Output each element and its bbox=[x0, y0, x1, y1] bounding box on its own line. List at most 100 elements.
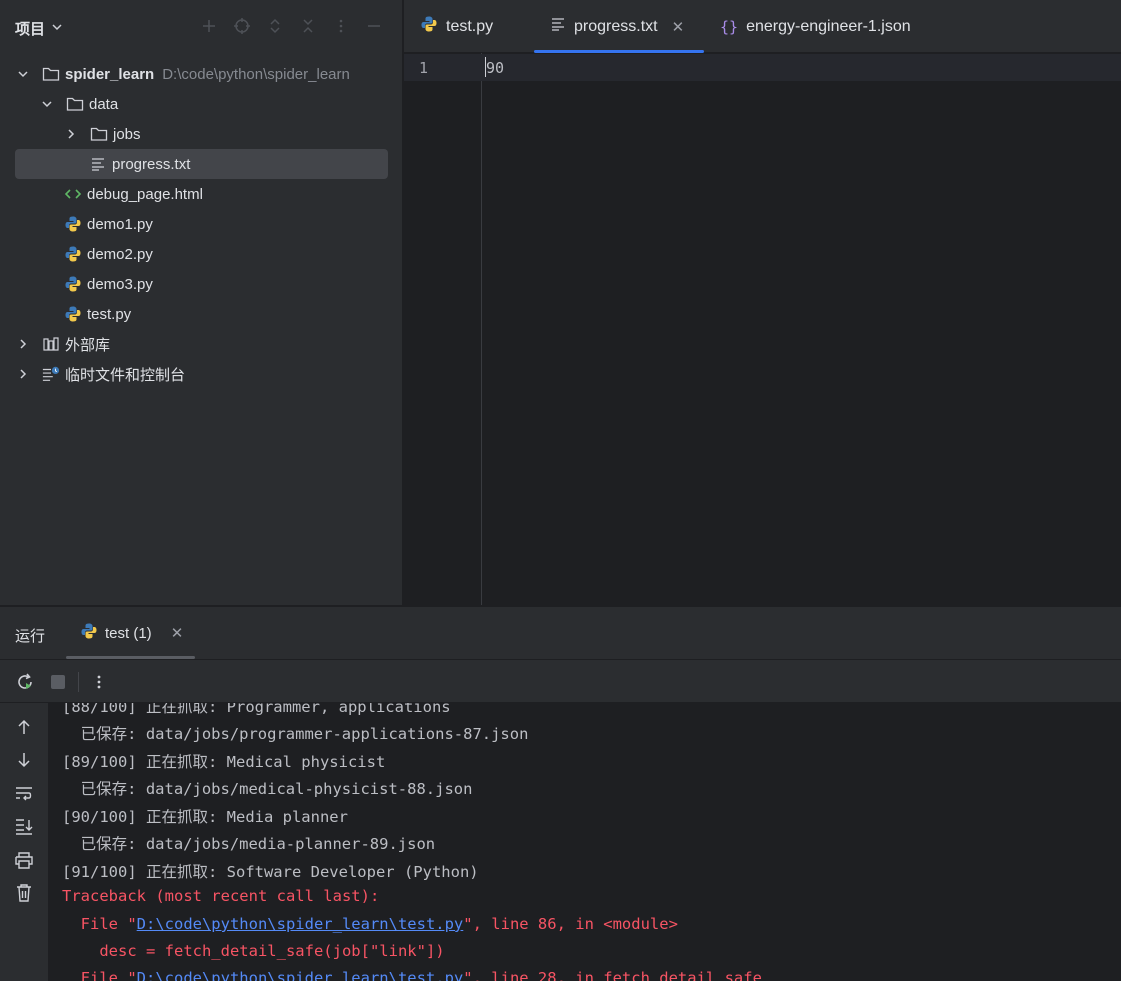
tree-item-debug-page-html[interactable]: debug_page.html bbox=[64, 179, 203, 209]
scratches-icon bbox=[42, 365, 60, 383]
traceback-file-line: File "D:\code\python\spider_learn\test.p… bbox=[62, 915, 678, 933]
stop-icon[interactable] bbox=[47, 671, 69, 693]
toolbar-divider bbox=[78, 672, 79, 692]
collapse-all-icon[interactable] bbox=[298, 16, 317, 35]
console-line: 已保存: data/jobs/media-planner-89.json bbox=[62, 835, 436, 853]
run-panel: 运行 test (1) ✕ [88/100] 正在抓取: Programmer,… bbox=[0, 606, 1121, 981]
folder-icon bbox=[42, 65, 60, 83]
python-file-icon bbox=[420, 15, 438, 38]
tree-item-demo3-py[interactable]: demo3.py bbox=[64, 269, 153, 299]
chevron-down-icon[interactable] bbox=[16, 67, 30, 81]
soft-wrap-icon[interactable] bbox=[13, 782, 35, 804]
tab-label: test.py bbox=[446, 17, 494, 35]
folder-icon bbox=[90, 125, 108, 143]
tree-item-spider-learn[interactable]: spider_learn D:\code\python\spider_learn bbox=[16, 59, 350, 89]
tree-item-label: debug_page.html bbox=[87, 185, 203, 203]
tab-progress-txt[interactable]: progress.txt ✕ bbox=[534, 0, 704, 53]
tree-item-label: jobs bbox=[113, 125, 141, 143]
console-output[interactable]: [88/100] 正在抓取: Programmer, applications … bbox=[48, 703, 1121, 981]
console-side-toolbar bbox=[0, 703, 48, 981]
project-title: 项目 bbox=[15, 21, 46, 38]
project-panel: 项目 spider_learn D:\code\python\spider_le… bbox=[0, 0, 403, 605]
console-line: 已保存: data/jobs/medical-physicist-88.json bbox=[62, 780, 473, 798]
tree-item-label: 外部库 bbox=[65, 336, 111, 354]
run-panel-header: 运行 test (1) ✕ bbox=[0, 607, 1121, 659]
minimize-icon[interactable] bbox=[364, 16, 383, 35]
close-icon[interactable]: ✕ bbox=[672, 18, 685, 36]
console-line: [90/100] 正在抓取: Media planner bbox=[62, 808, 348, 826]
locate-icon[interactable] bbox=[232, 16, 251, 35]
tab-label: progress.txt bbox=[574, 17, 658, 35]
rerun-icon[interactable] bbox=[14, 671, 36, 693]
tree-item-label: demo3.py bbox=[87, 275, 153, 293]
text-file-icon bbox=[550, 17, 566, 36]
tree-item-label: test.py bbox=[87, 305, 132, 323]
tree-item-progress-txt[interactable]: progress.txt bbox=[15, 149, 388, 179]
chevron-right-icon[interactable] bbox=[64, 127, 78, 141]
traceback-text: ", line 28, in fetch_detail_safe bbox=[463, 969, 762, 981]
python-file-icon bbox=[64, 215, 82, 233]
console-line: [91/100] 正在抓取: Software Developer (Pytho… bbox=[62, 863, 479, 881]
traceback-text: File " bbox=[62, 915, 137, 933]
tree-item-demo2-py[interactable]: demo2.py bbox=[64, 239, 153, 269]
tab-energy-engineer-json[interactable]: {} energy-engineer-1.json bbox=[720, 0, 911, 53]
tree-item-label: 临时文件和控制台 bbox=[65, 366, 186, 384]
line-gutter bbox=[404, 53, 482, 605]
tree-item-label: demo1.py bbox=[87, 215, 153, 233]
tree-item-label: progress.txt bbox=[112, 155, 191, 173]
console-line: [89/100] 正在抓取: Medical physicist bbox=[62, 753, 386, 771]
trash-icon[interactable] bbox=[13, 882, 35, 904]
tree-item-scratches[interactable]: 临时文件和控制台 bbox=[16, 359, 185, 389]
folder-icon bbox=[66, 95, 84, 113]
traceback-header: Traceback (most recent call last): bbox=[62, 887, 380, 905]
editor-tabs: test.py progress.txt ✕ {} energy-enginee… bbox=[404, 0, 1121, 53]
traceback-file-link[interactable]: D:\code\python\spider_learn\test.py bbox=[137, 915, 464, 933]
tree-item-external-libraries[interactable]: 外部库 bbox=[16, 329, 110, 359]
project-panel-header: 项目 bbox=[0, 0, 403, 56]
traceback-code-line: desc = fetch_detail_safe(job["link"]) bbox=[62, 942, 445, 960]
traceback-text: ", line 86, in <module> bbox=[463, 915, 678, 933]
traceback-file-link[interactable]: D:\code\python\spider_learn\test.py bbox=[137, 969, 464, 981]
close-icon[interactable]: ✕ bbox=[171, 624, 184, 642]
tab-label: energy-engineer-1.json bbox=[746, 17, 911, 35]
line-number: 1 bbox=[419, 59, 429, 77]
text-caret bbox=[485, 57, 486, 77]
arrow-up-icon[interactable] bbox=[13, 716, 35, 738]
editor: test.py progress.txt ✕ {} energy-enginee… bbox=[404, 0, 1121, 605]
python-file-icon bbox=[64, 275, 82, 293]
run-panel-title: 运行 bbox=[15, 628, 46, 645]
expand-all-icon[interactable] bbox=[265, 16, 284, 35]
editor-content[interactable]: 90 bbox=[486, 59, 504, 77]
run-tab-label: test (1) bbox=[105, 624, 152, 642]
project-header-toolbar bbox=[199, 16, 383, 35]
text-file-icon bbox=[89, 155, 107, 173]
tab-test-py[interactable]: test.py bbox=[420, 0, 493, 53]
chevron-right-icon[interactable] bbox=[16, 337, 30, 351]
project-view-selector[interactable]: 项目 bbox=[15, 18, 63, 39]
add-icon[interactable] bbox=[199, 16, 218, 35]
tree-item-label: demo2.py bbox=[87, 245, 153, 263]
tree-item-data[interactable]: data bbox=[40, 89, 118, 119]
more-options-icon[interactable] bbox=[88, 671, 110, 693]
python-file-icon bbox=[64, 245, 82, 263]
tree-item-demo1-py[interactable]: demo1.py bbox=[64, 209, 153, 239]
current-line-highlight bbox=[404, 54, 1121, 81]
project-path: D:\code\python\spider_learn bbox=[162, 65, 350, 83]
json-file-icon: {} bbox=[720, 17, 739, 36]
library-icon bbox=[42, 335, 60, 353]
arrow-down-icon[interactable] bbox=[13, 749, 35, 771]
tree-item-jobs[interactable]: jobs bbox=[64, 119, 141, 149]
print-icon[interactable] bbox=[13, 849, 35, 871]
scroll-to-end-icon[interactable] bbox=[13, 815, 35, 837]
chevron-right-icon[interactable] bbox=[16, 367, 30, 381]
python-file-icon bbox=[64, 305, 82, 323]
run-tab-test[interactable]: test (1) ✕ bbox=[66, 607, 195, 659]
chevron-down-icon[interactable] bbox=[40, 97, 54, 111]
console-line: 已保存: data/jobs/programmer-applications-8… bbox=[62, 725, 529, 743]
html-file-icon bbox=[64, 185, 82, 203]
tree-item-label: data bbox=[89, 95, 119, 113]
traceback-file-line: File "D:\code\python\spider_learn\test.p… bbox=[62, 969, 762, 981]
tree-item-test-py[interactable]: test.py bbox=[64, 299, 131, 329]
more-options-icon[interactable] bbox=[331, 16, 350, 35]
traceback-text: File " bbox=[62, 969, 137, 981]
